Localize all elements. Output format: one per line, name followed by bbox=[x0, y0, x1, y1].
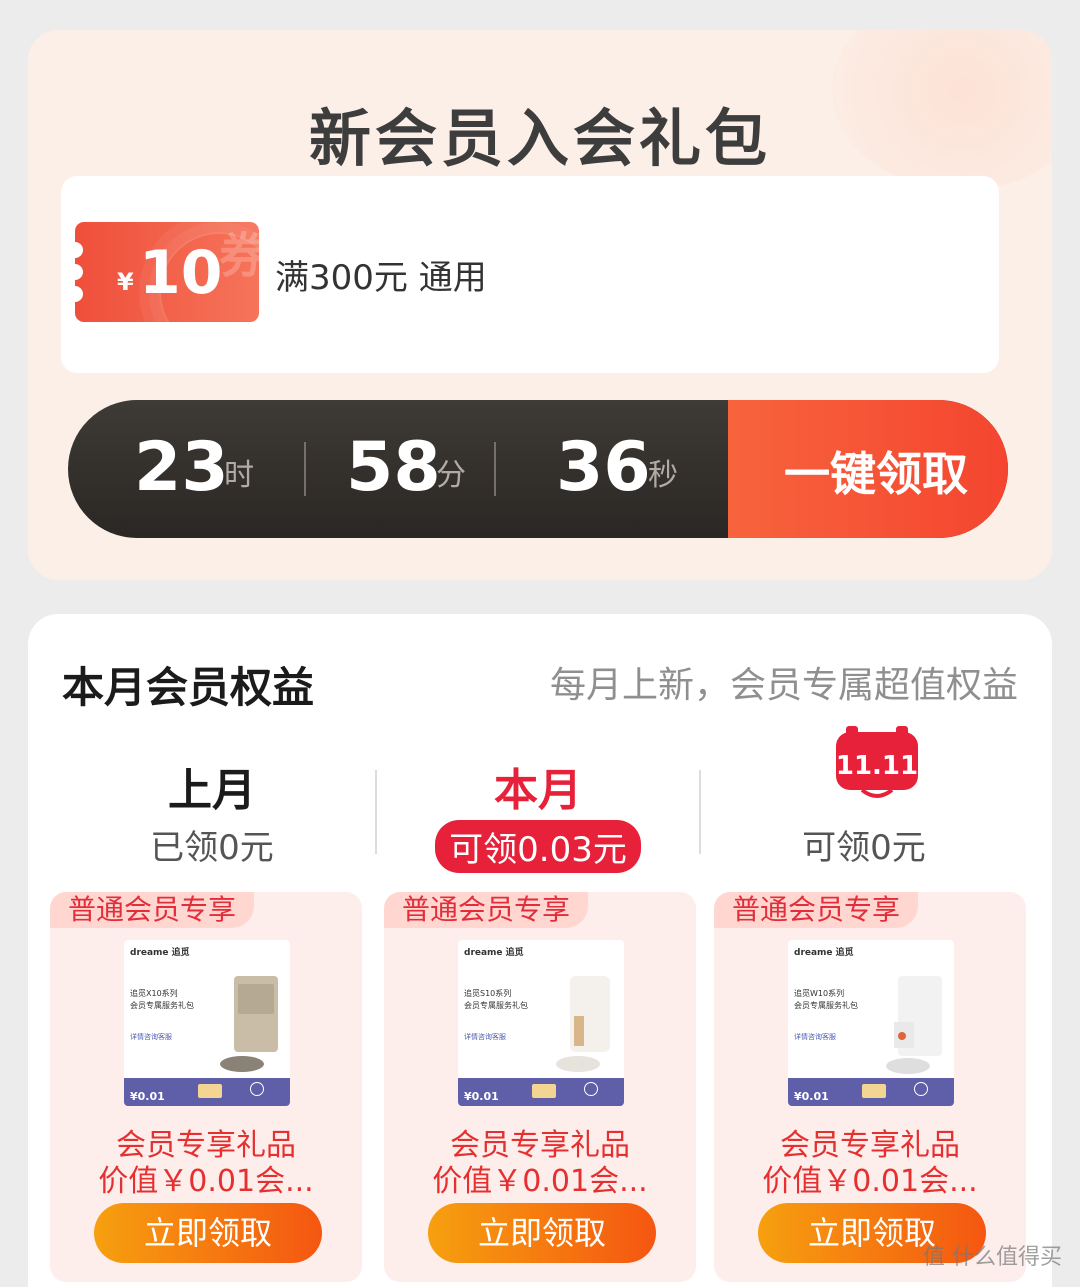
divider bbox=[375, 770, 377, 854]
claim-all-label: 一键领取 bbox=[784, 447, 968, 501]
countdown-seconds: 36 bbox=[556, 428, 651, 507]
tmall-1111-icon: 11.11 bbox=[836, 726, 918, 798]
product-image: dreame 追觅 追觅X10系列 会员专属服务礼包 详情咨询客服 ¥0.01 bbox=[124, 940, 290, 1106]
gift-tile[interactable]: 普通会员专享 dreame 追觅 追觅X10系列 会员专属服务礼包 详情咨询客服 … bbox=[50, 892, 362, 1282]
coupon-watermark: 券 bbox=[218, 228, 259, 284]
gift-tile[interactable]: 普通会员专享 dreame 追觅 追觅W10系列 会员专属服务礼包 详情咨询客服 … bbox=[714, 892, 1026, 1282]
gift-tile[interactable]: 普通会员专享 dreame 追觅 追觅S10系列 会员专属服务礼包 详情咨询客服 … bbox=[384, 892, 696, 1282]
member-tag: 普通会员专享 bbox=[384, 892, 589, 928]
claim-gift-button[interactable]: 立即领取 bbox=[428, 1203, 656, 1263]
month-amount: 可领0元 bbox=[802, 828, 926, 868]
gift-value: 价值￥0.01会... bbox=[432, 1164, 648, 1199]
coupon-box[interactable]: 券 ¥ 10 满300元 通用 bbox=[61, 176, 999, 373]
month-tab-1111[interactable]: 11.11 可领0元 bbox=[724, 726, 1004, 869]
coupon-condition: 满300元 通用 bbox=[275, 258, 487, 298]
minutes-unit: 分 bbox=[436, 458, 466, 493]
robot-vacuum-station-icon bbox=[220, 976, 278, 1072]
claim-all-button[interactable]: 一键领取 bbox=[728, 400, 1008, 538]
separator bbox=[494, 442, 496, 496]
benefits-subtitle: 每月上新，会员专属超值权益 bbox=[549, 665, 1018, 706]
new-member-gift-card: 新会员入会礼包 券 ¥ 10 满300元 通用 23 时 58 分 36 秒 一… bbox=[28, 30, 1052, 580]
gift-title: 新会员入会礼包 bbox=[308, 102, 771, 175]
month-amount: 已领0元 bbox=[150, 828, 274, 868]
countdown-hours: 23 bbox=[134, 428, 229, 507]
countdown-minutes: 58 bbox=[346, 428, 441, 507]
robot-vacuum-station-icon bbox=[556, 976, 610, 1072]
benefits-title: 本月会员权益 bbox=[62, 663, 315, 712]
gift-value: 价值￥0.01会... bbox=[762, 1164, 978, 1199]
month-amount-badge: 可领0.03元 bbox=[435, 820, 641, 873]
separator bbox=[304, 442, 306, 496]
claim-gift-button[interactable]: 立即领取 bbox=[94, 1203, 322, 1263]
countdown-bar: 23 时 58 分 36 秒 一键领取 bbox=[68, 400, 1008, 538]
member-tag: 普通会员专享 bbox=[714, 892, 919, 928]
seconds-unit: 秒 bbox=[648, 458, 678, 493]
robot-vacuum-station-icon bbox=[886, 976, 942, 1074]
monthly-benefits-card: 本月会员权益 每月上新，会员专属超值权益 上月 已领0元 本月 可领0.03元 … bbox=[28, 614, 1052, 1287]
gift-value: 价值￥0.01会... bbox=[98, 1164, 314, 1199]
svg-text:11.11: 11.11 bbox=[836, 751, 918, 781]
divider bbox=[699, 770, 701, 854]
month-tab-last[interactable]: 上月 已领0元 bbox=[72, 754, 352, 869]
site-watermark: 值 什么值得买 bbox=[923, 1245, 1062, 1270]
month-name: 本月 bbox=[494, 765, 582, 816]
hours-unit: 时 bbox=[224, 458, 254, 493]
product-image: dreame 追觅 追觅S10系列 会员专属服务礼包 详情咨询客服 ¥0.01 bbox=[458, 940, 624, 1106]
product-image: dreame 追觅 追觅W10系列 会员专属服务礼包 详情咨询客服 ¥0.01 bbox=[788, 940, 954, 1106]
coupon-currency: ¥ bbox=[117, 268, 134, 296]
month-name: 上月 bbox=[168, 765, 256, 816]
month-tab-current[interactable]: 本月 可领0.03元 bbox=[398, 754, 678, 873]
coupon-amount: 10 bbox=[139, 238, 223, 308]
coupon-ticket: 券 ¥ 10 bbox=[75, 222, 259, 322]
member-tag: 普通会员专享 bbox=[50, 892, 255, 928]
